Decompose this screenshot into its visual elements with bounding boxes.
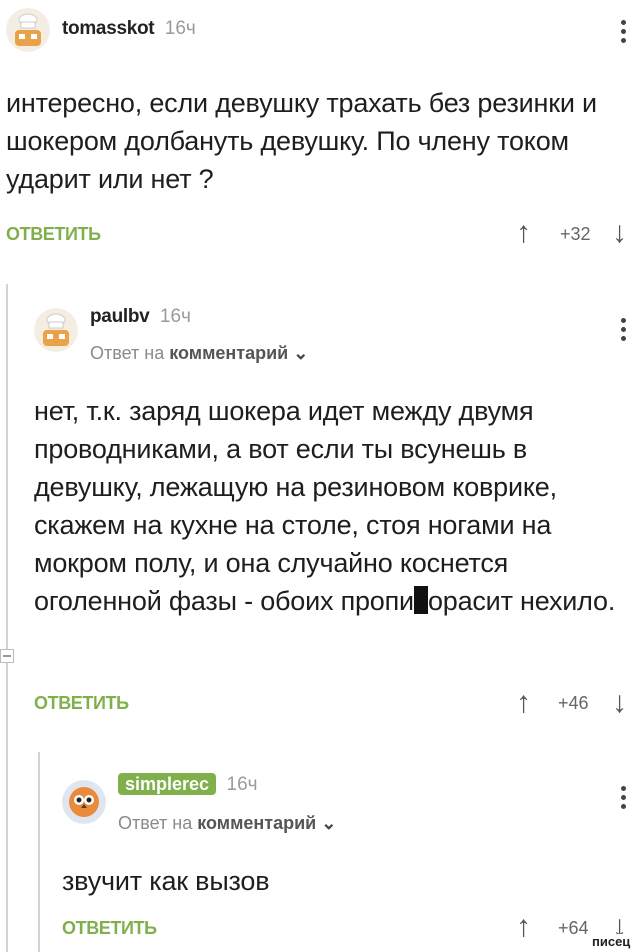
reply-button[interactable]: ОТВЕТИТЬ [34,693,129,714]
thread-line[interactable] [38,752,40,952]
username[interactable]: tomasskot [62,18,155,39]
collapse-thread-icon[interactable] [0,649,14,663]
timestamp: 16ч [159,306,191,327]
comment-text-part: орасит нехило. [427,586,616,616]
comment-text: нет, т.к. заряд шокера идет между двумя … [34,392,634,620]
more-options-icon[interactable] [620,318,626,341]
reply-to[interactable]: Ответ на комментарий ⌄ [90,343,308,364]
comment-text-part: нет, т.к. заряд шокера идет между двумя … [34,396,557,616]
comment-header: simplerec 16ч [118,773,258,796]
score: +32 [560,224,591,244]
censor-block [413,586,428,614]
chevron-down-icon: ⌄ [293,343,309,363]
comment-text: звучит как вызов [62,866,270,896]
reply-to-prefix: Ответ на [118,813,193,833]
reply-to[interactable]: Ответ на комментарий ⌄ [118,813,336,834]
more-options-icon[interactable] [620,20,626,43]
thread-line[interactable] [6,284,8,952]
chef-avatar-icon [34,308,78,352]
reply-to-prefix: Ответ на [90,343,165,363]
reply-button[interactable]: ОТВЕТИТЬ [62,918,157,939]
downvote-icon[interactable]: ↓ [612,688,627,718]
downvote-icon[interactable]: ↓ [612,218,627,248]
watermark: писец [588,934,635,949]
comment-text: интересно, если девушку трахать без рези… [6,88,597,194]
avatar[interactable] [34,308,78,352]
owl-avatar-icon [62,780,106,824]
timestamp: 16ч [164,18,196,39]
comment-header: tomasskot 16ч [62,18,196,40]
upvote-icon[interactable]: ↑ [516,218,531,248]
avatar[interactable] [6,8,50,52]
score: +46 [558,693,589,713]
timestamp: 16ч [226,774,258,795]
score: +64 [558,918,589,938]
reply-button[interactable]: ОТВЕТИТЬ [6,224,101,245]
upvote-icon[interactable]: ↑ [516,688,531,718]
username[interactable]: simplerec [118,773,217,795]
more-options-icon[interactable] [620,786,626,809]
username[interactable]: paulbv [90,306,150,327]
reply-to-target: комментарий [197,813,317,833]
upvote-icon[interactable]: ↑ [516,912,531,942]
reply-to-target: комментарий [169,343,289,363]
chef-avatar-icon [6,8,50,52]
chevron-down-icon: ⌄ [321,813,337,833]
avatar[interactable] [62,780,106,824]
comment-header: paulbv 16ч [90,306,191,328]
